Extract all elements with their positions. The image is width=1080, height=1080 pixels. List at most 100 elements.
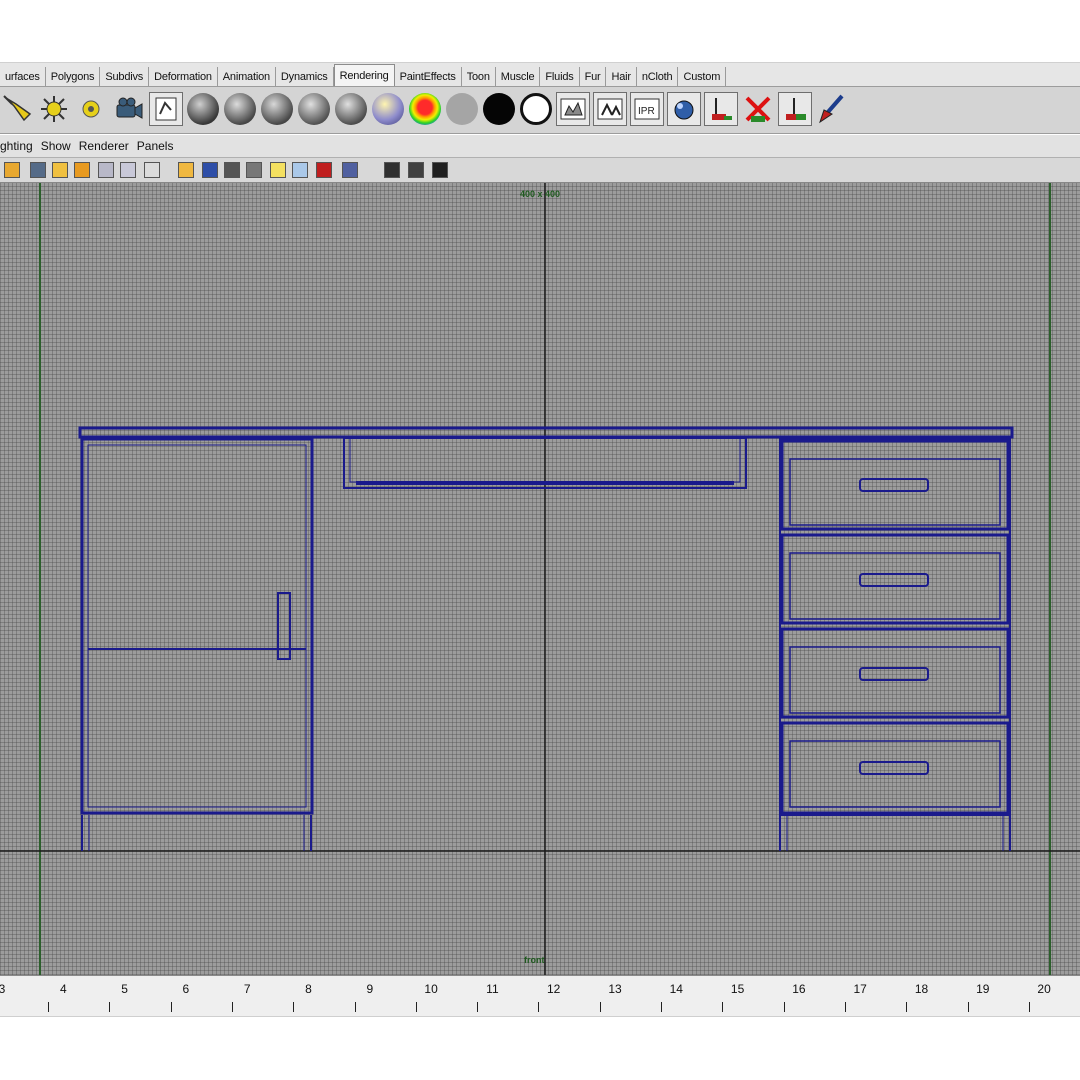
panel-menu-ghting[interactable]: ghting xyxy=(0,139,33,153)
textured-icon[interactable] xyxy=(292,162,308,178)
ambient-light-icon[interactable] xyxy=(74,92,108,126)
ruler-tick xyxy=(599,1002,601,1012)
ruler-tick xyxy=(170,1002,172,1012)
ruler-tick xyxy=(538,1002,540,1012)
ruler-tick-label: 5 xyxy=(121,982,128,996)
shelf-tab-deformation[interactable]: Deformation xyxy=(149,67,218,87)
shelf-tab-painteffects[interactable]: PaintEffects xyxy=(395,67,462,87)
ramp-sphere-icon[interactable] xyxy=(371,92,405,126)
cancel-render-icon[interactable] xyxy=(741,92,775,126)
light-bulb-icon[interactable] xyxy=(270,162,286,178)
shelf-tab-dynamics[interactable]: Dynamics xyxy=(276,67,334,87)
ruler-tick-label: 19 xyxy=(976,982,990,996)
panel-toolbar xyxy=(0,158,1080,183)
xray-joints-icon[interactable] xyxy=(408,162,424,178)
hud-toggle-icon[interactable] xyxy=(432,162,448,178)
rainbow-sphere-icon[interactable] xyxy=(408,92,442,126)
ruler-tick-label: 15 xyxy=(730,982,745,996)
svg-text:IPR: IPR xyxy=(638,106,655,117)
ruler-tick-label: 4 xyxy=(59,982,67,996)
image-plane-icon[interactable] xyxy=(52,162,68,178)
ruler-tick-label: 6 xyxy=(182,982,190,996)
ruler-tick-label: 7 xyxy=(243,982,251,996)
shelf-tab-hair[interactable]: Hair xyxy=(606,67,637,87)
ruler-tick-label: 8 xyxy=(305,982,312,996)
ruler-tick xyxy=(293,1002,295,1012)
ruler-tick xyxy=(354,1002,356,1012)
camera-label: front xyxy=(524,955,545,965)
ruler-tick xyxy=(1028,1002,1030,1012)
ruler-tick-label: 9 xyxy=(366,982,374,996)
panel-menu-show[interactable]: Show xyxy=(41,139,71,153)
resolution-label: 400 x 400 xyxy=(520,189,561,199)
black-sphere-icon[interactable] xyxy=(482,92,516,126)
safe-action-icon[interactable] xyxy=(178,162,194,178)
shelf-tab-subdivs[interactable]: Subdivs xyxy=(100,67,150,87)
panel-menu-bar: ghting Show Renderer Panels xyxy=(0,135,1080,158)
ruler-tick xyxy=(844,1002,846,1012)
panel-menu-panels[interactable]: Panels xyxy=(137,139,174,153)
resolution-gate-icon[interactable] xyxy=(74,162,90,178)
shelf-tab-polygons[interactable]: Polygons xyxy=(46,67,101,87)
ruler-tick-label: 3 xyxy=(0,982,6,996)
ruler-tick-label: 11 xyxy=(486,982,499,996)
xray-icon[interactable] xyxy=(384,162,400,178)
isolate-select-icon[interactable] xyxy=(342,162,358,178)
lambert-sphere-icon[interactable] xyxy=(186,92,220,126)
shelf-tab-rendering[interactable]: Rendering xyxy=(333,64,395,87)
gray-sphere-icon[interactable] xyxy=(445,92,479,126)
shelf-tab-ncloth[interactable]: nCloth xyxy=(637,67,679,87)
shelf-tab-muscle[interactable]: Muscle xyxy=(496,67,541,87)
ruler-tick xyxy=(661,1002,662,1012)
render-settings-icon[interactable] xyxy=(149,92,183,126)
anisotropic-sphere-icon[interactable] xyxy=(334,92,368,126)
shelf-tab-animation[interactable]: Animation xyxy=(218,67,276,87)
bookmark-icon[interactable] xyxy=(30,162,46,178)
ruler-tick xyxy=(109,1002,111,1012)
panel-menu-renderer[interactable]: Renderer xyxy=(79,139,129,153)
ruler-tick xyxy=(906,1002,908,1012)
ruler-tick xyxy=(231,1002,233,1012)
shelf-tab-custom[interactable]: Custom xyxy=(678,67,727,87)
smooth-shade-icon[interactable] xyxy=(224,162,240,178)
ruler-tick-label: 18 xyxy=(914,982,929,996)
camera-icon[interactable] xyxy=(111,92,145,126)
render-current-icon[interactable] xyxy=(593,92,627,126)
wireframe-icon[interactable] xyxy=(202,162,218,178)
shelf-tabs: urfaces Polygons Subdivs Deformation Animati… xyxy=(0,62,1080,87)
shadows-icon[interactable] xyxy=(316,162,332,178)
ruler-tick xyxy=(967,1002,969,1012)
ruler-tick-label: 14 xyxy=(669,982,683,996)
field-chart-icon[interactable] xyxy=(144,162,160,178)
batch-render-icon[interactable] xyxy=(704,92,738,126)
time-ruler[interactable]: 3 4 5 6 7 8 9 10 11 12 13 14 15 16 17 18 19 20 xyxy=(0,975,1080,1017)
scene-wireframe xyxy=(0,183,1080,975)
shelf-tab-urfaces[interactable]: urfaces xyxy=(0,67,46,87)
spot-light-icon[interactable] xyxy=(0,92,34,126)
ruler-tick xyxy=(415,1002,417,1012)
front-viewport[interactable]: 400 x 400 front xyxy=(0,183,1080,975)
shelf-tab-toon[interactable]: Toon xyxy=(462,67,496,87)
ruler-tick-label: 16 xyxy=(792,982,806,996)
paint-brush-icon[interactable] xyxy=(814,92,848,126)
render-view-icon[interactable] xyxy=(556,92,590,126)
grid-toggle-icon[interactable] xyxy=(98,162,114,178)
shelf-tab-fur[interactable]: Fur xyxy=(580,67,607,87)
shelf-tab-fluids[interactable]: Fluids xyxy=(540,67,580,87)
ruler-tick xyxy=(722,1002,724,1012)
ipr-render-icon[interactable]: IPR xyxy=(630,92,664,126)
blinn-sphere-icon[interactable] xyxy=(223,92,257,126)
ring-sphere-icon[interactable] xyxy=(519,92,553,126)
shelf: IPR xyxy=(0,86,1080,134)
film-gate-icon[interactable] xyxy=(120,162,136,178)
point-light-icon[interactable] xyxy=(37,92,71,126)
ruler-tick-label: 20 xyxy=(1037,982,1051,996)
camera-attributes-icon[interactable] xyxy=(4,162,20,178)
ruler-tick xyxy=(48,1002,49,1012)
phonge-sphere-icon[interactable] xyxy=(297,92,331,126)
ruler-tick-label: 13 xyxy=(608,982,622,996)
hypershade-icon[interactable] xyxy=(667,92,701,126)
phong-sphere-icon[interactable] xyxy=(260,92,294,126)
wireframe-on-shaded-icon[interactable] xyxy=(246,162,262,178)
render-region-icon[interactable] xyxy=(778,92,812,126)
